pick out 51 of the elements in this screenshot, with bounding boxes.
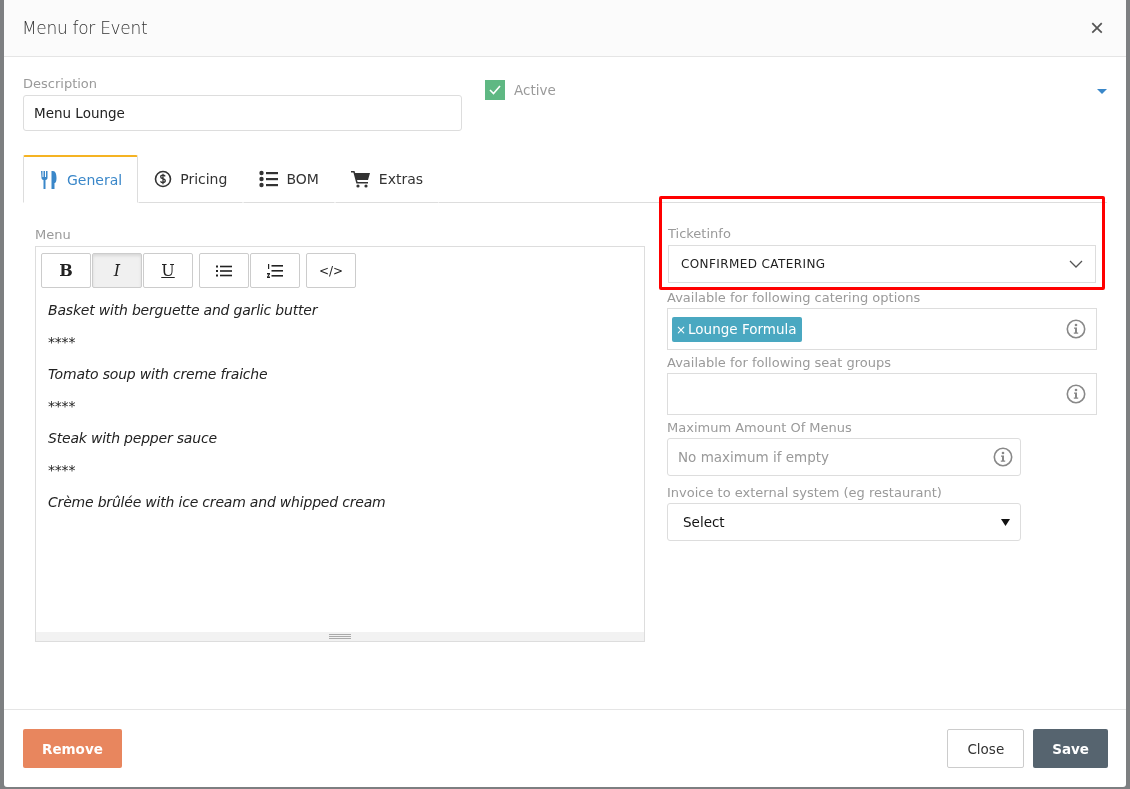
tab[interactable]: General	[23, 155, 139, 203]
italic-button[interactable]: I	[92, 253, 142, 288]
save-button[interactable]: Save	[1033, 729, 1108, 768]
active-checkbox[interactable]	[485, 80, 505, 100]
tag: ×Lounge Formula	[672, 316, 803, 342]
dollar-coin-icon	[154, 170, 173, 188]
utensils-icon	[39, 169, 59, 190]
description-field[interactable]: Menu Lounge	[23, 95, 462, 131]
menu-label: Menu	[35, 227, 71, 242]
menu-text-line: Basket with berguette and garlic butter	[48, 301, 319, 320]
info-icon[interactable]	[993, 447, 1013, 467]
cart-icon	[350, 170, 371, 188]
menu-text-line: Crème brûlée with ice cream and whipped cream	[48, 493, 387, 512]
menu-text-line: ****	[48, 461, 77, 480]
seat-groups-field[interactable]	[667, 373, 1097, 415]
info-icon[interactable]	[1066, 319, 1086, 339]
invoice-dropdown[interactable]: Select	[667, 503, 1021, 541]
checkmark-icon	[488, 84, 502, 96]
tab[interactable]: BOM	[243, 155, 335, 203]
ticketinfo-dropdown[interactable]: CONFIRMED CATERING	[668, 245, 1096, 283]
menu-text-line: Steak with pepper sauce	[48, 429, 218, 448]
bold-button[interactable]: B	[41, 253, 91, 288]
bullet-list-button[interactable]	[199, 253, 249, 288]
invoice-label: Invoice to external system (eg restaurant)	[667, 485, 942, 500]
tab[interactable]: Extras	[334, 155, 440, 203]
description-label: Description	[23, 76, 98, 91]
dialog-title: Menu for Event	[22, 18, 148, 38]
catering-options-label: Available for following catering options	[667, 290, 921, 305]
tab[interactable]: Pricing	[138, 155, 244, 203]
ticketinfo-label: Ticketinfo	[668, 226, 731, 241]
dropdown-arrow-icon	[1001, 518, 1010, 526]
list-icon	[259, 170, 279, 188]
underline-button[interactable]: U	[143, 253, 193, 288]
max-menus-label: Maximum Amount Of Menus	[667, 420, 852, 435]
max-menus-field[interactable]: No maximum if empty	[667, 438, 1021, 476]
chevron-down-icon	[1069, 260, 1083, 268]
numbered-list-button[interactable]	[250, 253, 300, 288]
numbered-list-icon	[267, 263, 283, 278]
text-editor[interactable]: B I U </> Basket with berguette and garlic butter **** Tomato soup with creme fraiche **** Steak with pepper sauce **** Crème brûlée with ice cream and whipped cream	[35, 246, 645, 642]
menu-text-line: ****	[48, 397, 77, 416]
close-button[interactable]: ×	[1086, 16, 1108, 40]
caret-icon[interactable]	[1097, 89, 1107, 94]
menu-text-line: ****	[48, 333, 77, 352]
close-footer-button[interactable]: Close	[947, 729, 1025, 768]
resize-handle-icon[interactable]	[329, 634, 351, 639]
bullet-list-icon	[216, 264, 232, 277]
info-icon[interactable]	[1066, 384, 1086, 404]
menu-text-line: Tomato soup with creme fraiche	[48, 365, 269, 384]
seat-groups-label: Available for following seat groups	[667, 355, 892, 370]
code-view-button[interactable]: </>	[306, 253, 356, 288]
active-label: Active	[514, 82, 556, 98]
